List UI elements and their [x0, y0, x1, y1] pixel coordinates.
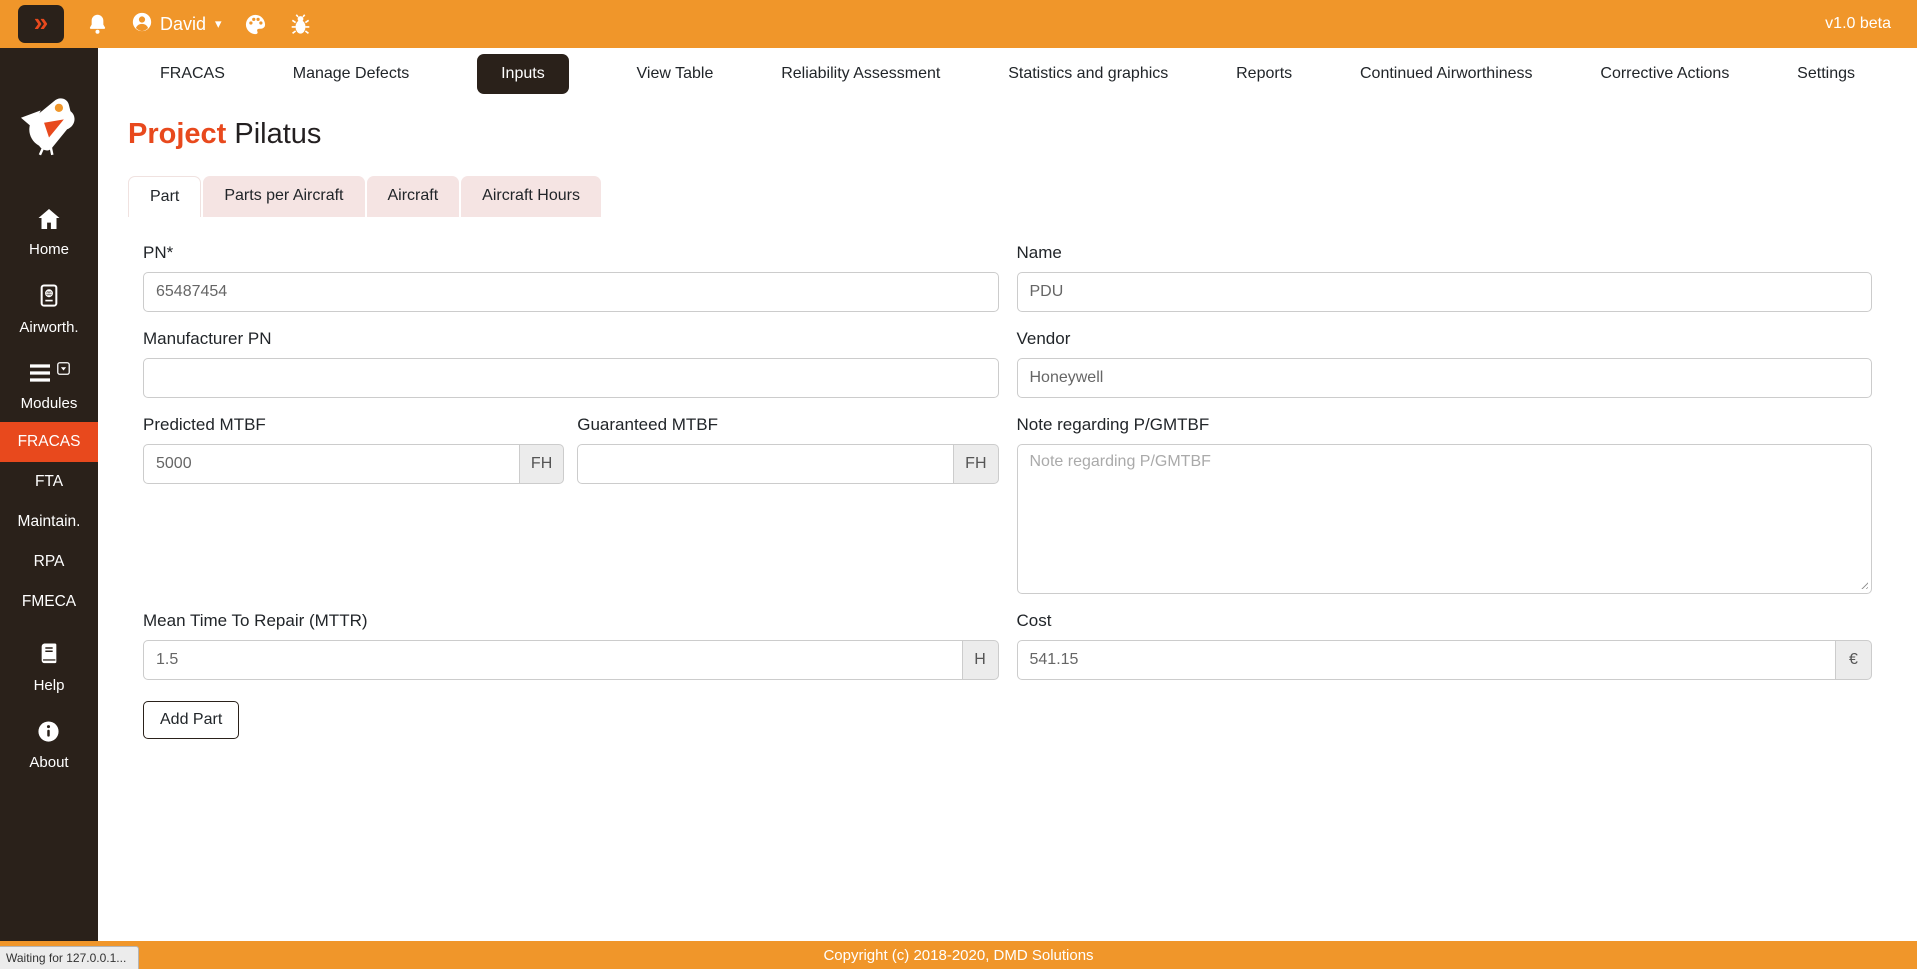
info-circle-icon — [37, 720, 60, 748]
top-navigation: FRACAS Manage Defects Inputs View Table … — [98, 48, 1917, 100]
field-manufacturer-pn: Manufacturer PN — [143, 329, 999, 398]
bars-menu-icon — [28, 362, 52, 389]
notifications-bell-icon[interactable] — [86, 13, 109, 36]
field-mttr: Mean Time To Repair (MTTR) H — [143, 611, 999, 680]
vendor-input[interactable] — [1016, 358, 1872, 398]
vendor-label: Vendor — [1016, 329, 1071, 348]
cost-input[interactable] — [1016, 640, 1836, 680]
sidebar-item-label: About — [29, 754, 69, 771]
guaranteed-mtbf-label: Guaranteed MTBF — [577, 415, 719, 434]
guaranteed-mtbf-input[interactable] — [577, 444, 955, 484]
sidebar-item-rpa[interactable]: RPA — [0, 542, 98, 582]
main-content: FRACAS Manage Defects Inputs View Table … — [98, 48, 1917, 941]
sidebar-item-label: Airworth. — [19, 319, 79, 336]
tab-aircraft[interactable]: Aircraft — [366, 176, 460, 217]
sidebar-item-home[interactable]: Home — [29, 208, 69, 258]
sidebar-item-fracas[interactable]: FRACAS — [0, 422, 98, 462]
add-part-button[interactable]: Add Part — [143, 701, 240, 739]
sidebar-item-label: Home — [28, 241, 69, 258]
home-icon — [37, 208, 61, 235]
field-guaranteed-mtbf: Guaranteed MTBF FH — [577, 415, 999, 484]
nav-item-manage-defects[interactable]: Manage Defects — [293, 65, 410, 83]
module-link-label: RPA — [33, 553, 65, 570]
page-title-accent: Project — [128, 118, 227, 150]
sidebar: Home Airworth. Modules FRACAS FTA Mainta… — [0, 48, 98, 941]
passport-icon — [38, 284, 60, 313]
field-name: Name — [1016, 243, 1872, 312]
footer: Copyright (c) 2018-2020, DMD Solutions — [0, 941, 1917, 969]
field-pn: PN* — [143, 243, 999, 312]
sidebar-item-maintain[interactable]: Maintain. — [0, 502, 98, 542]
double-chevron-icon: » — [33, 7, 49, 37]
version-label: v1.0 beta — [1825, 15, 1891, 32]
module-link-label: FMECA — [21, 593, 77, 610]
copyright-text: Copyright (c) 2018-2020, DMD Solutions — [823, 946, 1094, 964]
module-link-label: FTA — [34, 473, 64, 490]
sidebar-item-airworthiness[interactable]: Airworth. — [19, 284, 79, 336]
brand-bird-logo — [16, 93, 82, 164]
field-cost: Cost € — [1016, 611, 1872, 680]
predicted-mtbf-input[interactable] — [143, 444, 520, 484]
mttr-label: Mean Time To Repair (MTTR) — [143, 611, 368, 630]
debug-bug-icon[interactable] — [289, 13, 312, 36]
mttr-input[interactable] — [143, 640, 963, 680]
name-input[interactable] — [1016, 272, 1872, 312]
predicted-mtbf-unit: FH — [519, 444, 565, 484]
sidebar-item-help[interactable]: Help — [33, 642, 65, 694]
user-name: David — [160, 13, 207, 34]
pn-input[interactable] — [143, 272, 999, 312]
guaranteed-mtbf-unit: FH — [954, 444, 999, 484]
nav-item-reports[interactable]: Reports — [1236, 65, 1292, 83]
sidebar-item-label: Modules — [20, 395, 78, 412]
app-window: » David ▾ v1.0 beta Home Airworth. Modul… — [0, 0, 1917, 969]
mtbf-fields: Predicted MTBF FH Guaranteed MTBF FH — [143, 415, 999, 501]
sidebar-item-about[interactable]: About — [29, 720, 69, 771]
book-icon — [38, 642, 60, 671]
user-menu[interactable]: David ▾ — [131, 11, 222, 38]
app-body: Home Airworth. Modules FRACAS FTA Mainta… — [0, 48, 1917, 941]
nav-item-fracas[interactable]: FRACAS — [160, 65, 225, 83]
name-label: Name — [1016, 243, 1062, 262]
nav-item-settings[interactable]: Settings — [1797, 65, 1855, 83]
nav-item-continued-airworthiness[interactable]: Continued Airworthiness — [1360, 65, 1533, 83]
nav-item-view-table[interactable]: View Table — [637, 65, 714, 83]
page-title-project-name: Pilatus — [234, 118, 322, 150]
note-label: Note regarding P/GMTBF — [1016, 415, 1210, 434]
nav-item-reliability-assessment[interactable]: Reliability Assessment — [781, 65, 940, 83]
caret-square-down-icon — [57, 362, 70, 380]
field-predicted-mtbf: Predicted MTBF FH — [143, 415, 565, 484]
cost-unit: € — [1836, 640, 1872, 680]
sidebar-module-links: FRACAS FTA Maintain. RPA FMECA — [0, 422, 98, 622]
browser-status-text: Waiting for 127.0.0.1... — [0, 946, 140, 969]
module-link-label: Maintain. — [17, 513, 81, 530]
theme-palette-icon[interactable] — [244, 13, 267, 36]
sidebar-toggle-button[interactable]: » — [18, 5, 64, 43]
sidebar-item-fta[interactable]: FTA — [0, 462, 98, 502]
manufacturer-pn-label: Manufacturer PN — [143, 329, 272, 348]
tab-parts-per-aircraft[interactable]: Parts per Aircraft — [203, 176, 365, 217]
nav-item-corrective-actions[interactable]: Corrective Actions — [1600, 65, 1729, 83]
mttr-unit: H — [962, 640, 999, 680]
topbar: » David ▾ v1.0 beta — [0, 0, 1917, 48]
part-form: PN* Name Manufacturer PN Vendor — [143, 243, 1872, 697]
sidebar-item-fmeca[interactable]: FMECA — [0, 582, 98, 622]
nav-item-statistics-and-graphics[interactable]: Statistics and graphics — [1008, 65, 1168, 83]
cost-label: Cost — [1016, 611, 1052, 630]
pn-label: PN* — [143, 243, 174, 262]
field-vendor: Vendor — [1016, 329, 1872, 398]
chevron-down-icon: ▾ — [215, 16, 222, 31]
field-note: Note regarding P/GMTBF — [1016, 415, 1872, 594]
user-avatar-icon — [131, 11, 153, 38]
tab-part[interactable]: Part — [128, 176, 202, 217]
nav-item-inputs[interactable]: Inputs — [477, 54, 569, 94]
module-link-label: FRACAS — [17, 433, 81, 450]
page-title: Project Pilatus — [128, 118, 1917, 151]
note-textarea[interactable] — [1016, 444, 1872, 594]
sidebar-item-modules[interactable]: Modules — [20, 362, 78, 412]
tab-aircraft-hours[interactable]: Aircraft Hours — [461, 176, 601, 217]
section-tabs: Part Parts per Aircraft Aircraft Aircraf… — [128, 176, 1917, 217]
manufacturer-pn-input[interactable] — [143, 358, 999, 398]
predicted-mtbf-label: Predicted MTBF — [143, 415, 266, 434]
sidebar-item-label: Help — [33, 677, 65, 694]
